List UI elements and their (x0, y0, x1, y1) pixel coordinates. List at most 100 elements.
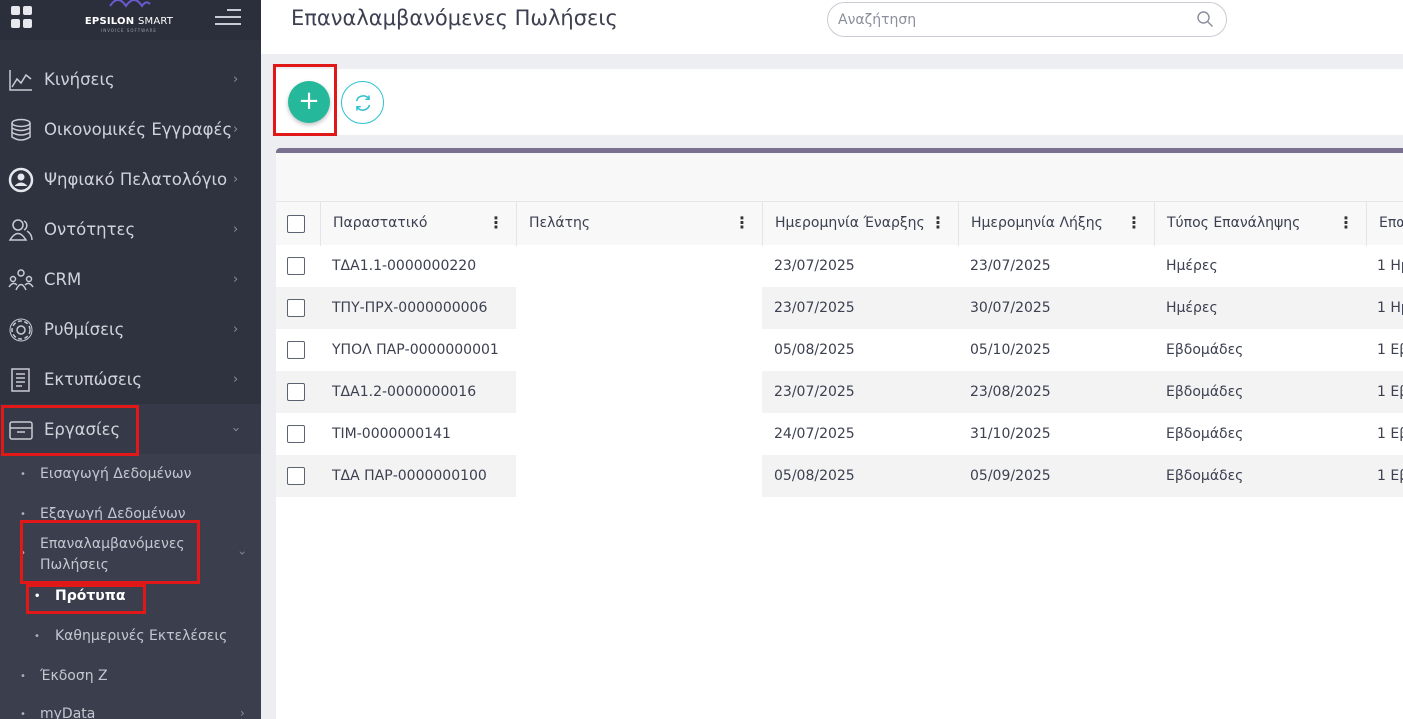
bullet-icon: • (34, 631, 40, 642)
column-menu-icon[interactable]: ⋮ (488, 213, 504, 232)
sidebar-submenu: • Εισαγωγή Δεδομένων • Εξαγωγή Δεδομένων… (0, 454, 261, 719)
sidebar-item-pelatologio[interactable]: Ψηφιακό Πελατολόγιο › (0, 154, 261, 204)
cell-start-date: 23/07/2025 (762, 371, 958, 413)
cell-end-date: 05/10/2025 (970, 342, 1051, 358)
column-header-parastatiko[interactable]: Παραστατικό ⋮ (320, 202, 516, 246)
column-menu-icon[interactable]: ⋮ (1126, 213, 1142, 232)
search-icon[interactable] (1196, 10, 1214, 28)
table-row[interactable]: ΤΠΥ-ΠΡΧ-0000000006 23/07/2025 30/07/2025 Ημ… (276, 287, 1403, 329)
cell-end-date: 31/10/2025 (970, 426, 1051, 442)
sidebar-item-label: Κινήσεις (44, 69, 115, 89)
chevron-right-icon: › (233, 121, 239, 137)
hamburger-menu-icon[interactable] (215, 9, 241, 29)
logo[interactable]: EPSILON SMART INVOICE SOFTWARE (74, 0, 184, 40)
sidebar-header: EPSILON SMART INVOICE SOFTWARE (0, 0, 261, 40)
chevron-right-icon: › (233, 221, 239, 237)
submenu-item-label: Πρότυπα (55, 588, 126, 604)
table-row[interactable]: ΤΔΑ1.2-0000000016 23/07/2025 23/08/2025 Εβδ… (276, 371, 1403, 413)
top-header: Επαναλαμβανόμενες Πωλήσεις (261, 0, 1403, 54)
bullet-icon: • (20, 548, 26, 559)
bullet-icon: • (20, 469, 26, 480)
search-box[interactable] (827, 2, 1227, 37)
row-checkbox[interactable] (287, 425, 305, 443)
column-header-end-date[interactable]: Ημερομηνία Λήξης ⋮ (958, 202, 1154, 246)
cell-pelatis (516, 413, 762, 455)
table-row[interactable]: ΤΔΑ ΠΑΡ-0000000100 05/08/2025 05/09/2025 Εβ… (276, 455, 1403, 497)
cell-start-date: 05/08/2025 (762, 455, 958, 497)
logo-mark-icon (109, 0, 151, 8)
sidebar-item-ontotites[interactable]: Οντότητες › (0, 204, 261, 254)
search-input[interactable] (838, 10, 1178, 30)
cell-parastatiko: ΥΠΟΛ ΠΑΡ-0000000001 (332, 342, 499, 358)
column-header-label: Παραστατικό (333, 215, 428, 231)
add-button[interactable]: + (288, 81, 330, 123)
cell-end-date: 23/08/2025 (958, 371, 1154, 413)
column-header-pelatis[interactable]: Πελάτης ⋮ (516, 202, 762, 246)
cell-repeat: 1 Εβ (1377, 426, 1403, 442)
sidebar-item-label: Εργασίες (44, 419, 121, 439)
cell-pelatis (516, 455, 762, 497)
table-row[interactable]: ΥΠΟΛ ΠΑΡ-0000000001 05/08/2025 05/10/2025 Ε… (276, 329, 1403, 371)
row-checkbox[interactable] (287, 299, 305, 317)
column-header-start-date[interactable]: Ημερομηνία Έναρξης ⋮ (762, 202, 958, 246)
cell-repeat-type: Εβδομάδες (1154, 371, 1366, 413)
cell-start-date: 23/07/2025 (774, 258, 855, 274)
chevron-right-icon: › (233, 271, 239, 287)
bullet-icon: • (34, 591, 41, 602)
sidebar-item-rythmiseis[interactable]: Ρυθμίσεις › (0, 304, 261, 354)
column-header-label: Επα (1379, 215, 1403, 231)
chart-icon (9, 70, 32, 91)
logo-text: EPSILON SMART (84, 16, 174, 27)
column-menu-icon[interactable]: ⋮ (1338, 213, 1354, 232)
row-checkbox[interactable] (287, 383, 305, 401)
chevron-right-icon: › (233, 71, 239, 87)
column-header-repeat-type[interactable]: Τύπος Επανάληψης ⋮ (1154, 202, 1366, 246)
sidebar-item-oikonomikes[interactable]: Οικονομικές Εγγραφές › (0, 104, 261, 154)
sidebar: EPSILON SMART INVOICE SOFTWARE Κινήσεις … (0, 0, 261, 719)
row-checkbox[interactable] (287, 467, 305, 485)
cell-repeat-type: Ημέρες (1154, 287, 1366, 329)
sidebar-item-ektyposeis[interactable]: Εκτυπώσεις › (0, 354, 261, 404)
submenu-item-label-line2: Πωλήσεις (40, 557, 109, 573)
cell-start-date: 05/08/2025 (774, 342, 855, 358)
cell-pelatis (516, 371, 762, 413)
cell-parastatiko: ΤΔΑ ΠΑΡ-0000000100 (320, 455, 516, 497)
sidebar-item-kiniseis[interactable]: Κινήσεις › (0, 54, 261, 104)
chevron-down-icon: › (228, 426, 244, 432)
row-checkbox[interactable] (287, 257, 305, 275)
cell-start-date: 23/07/2025 (762, 287, 958, 329)
refresh-button[interactable] (341, 81, 384, 124)
cell-pelatis (516, 245, 762, 287)
toolbar: + (276, 69, 1403, 135)
user-circle-icon (8, 167, 34, 193)
cell-repeat-type: Εβδομάδες (1166, 426, 1244, 442)
sidebar-item-label: Ρυθμίσεις (44, 319, 125, 339)
refresh-icon (355, 95, 371, 111)
apps-grid-icon[interactable] (11, 6, 33, 28)
logo-subtitle: INVOICE SOFTWARE (101, 28, 157, 33)
main-content: + Παραστατικό ⋮ Πελάτης ⋮ Ημερομηνία Ένα… (276, 69, 1403, 719)
select-all-checkbox[interactable] (287, 215, 305, 233)
column-menu-icon[interactable]: ⋮ (930, 213, 946, 232)
gear-icon (9, 318, 33, 342)
table-row[interactable]: ΤΙΜ-0000000141 24/07/2025 31/10/2025 Εβδομά… (276, 413, 1403, 455)
sidebar-item-ergasies[interactable]: Εργασίες › (0, 404, 261, 454)
sidebar-item-label: Οντότητες (44, 219, 136, 239)
submenu-item-label: Εισαγωγή Δεδομένων (40, 466, 192, 482)
submenu-item-label: Εξαγωγή Δεδομένων (40, 506, 186, 522)
submenu-item-recurring-sales[interactable]: • Επαναλαμβανόμενες Πωλήσεις › (0, 536, 261, 580)
column-menu-icon[interactable]: ⋮ (734, 213, 750, 232)
cell-repeat: 1 Εβ (1366, 455, 1403, 497)
sidebar-item-label: Εκτυπώσεις (44, 369, 143, 389)
column-header-repeat[interactable]: Επα (1366, 202, 1403, 246)
sidebar-item-crm[interactable]: CRM › (0, 254, 261, 304)
chevron-right-icon: › (233, 171, 239, 187)
cell-repeat-type: Εβδομάδες (1166, 342, 1244, 358)
page-title: Επαναλαμβανόμενες Πωλήσεις (291, 6, 618, 30)
cell-parastatiko: ΤΔΑ1.1-0000000220 (332, 258, 477, 274)
row-checkbox[interactable] (287, 341, 305, 359)
submenu-item-label: myData (40, 706, 96, 719)
section-gap (276, 135, 1403, 148)
table-row[interactable]: ΤΔΑ1.1-0000000220 23/07/2025 23/07/2025 Ημέ… (276, 245, 1403, 287)
coins-icon (11, 118, 31, 141)
